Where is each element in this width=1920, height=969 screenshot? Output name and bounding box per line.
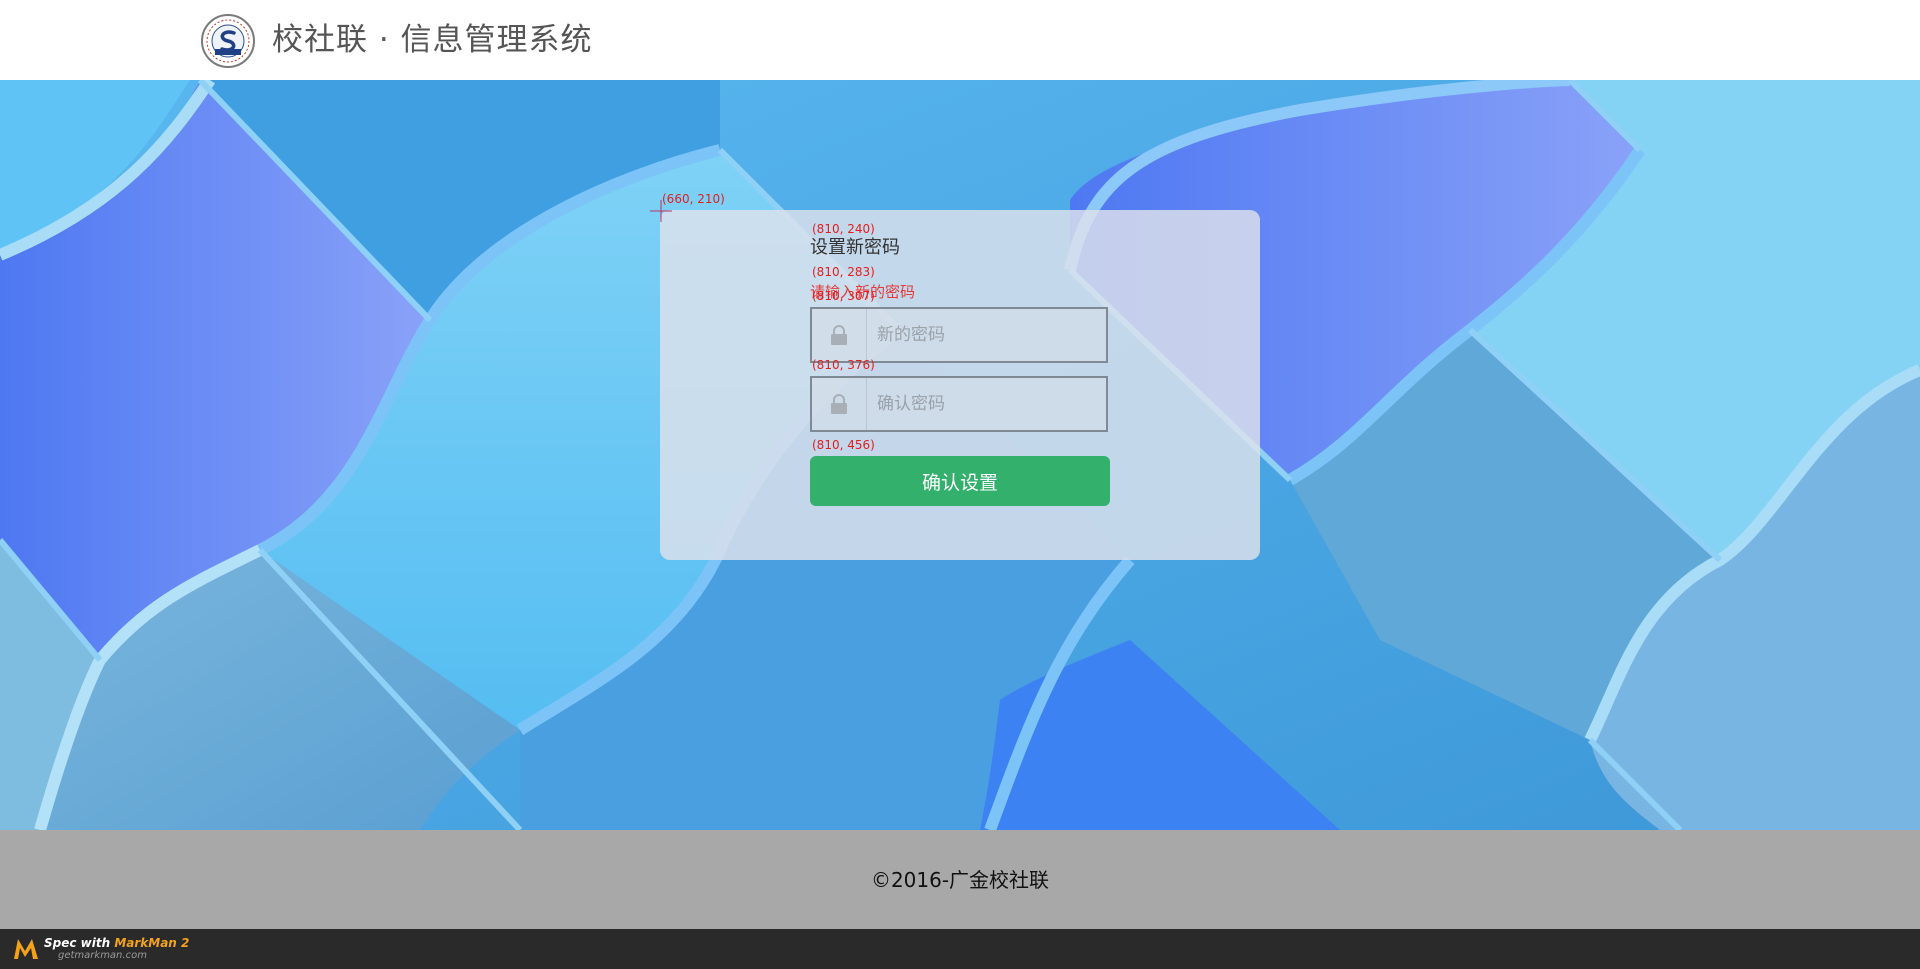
site-header: 校社联 · 信息管理系统 (0, 0, 1920, 80)
site-footer: ©2016-广金校社联 (0, 830, 1920, 929)
new-password-input[interactable] (867, 309, 1106, 361)
reset-password-card: 设置新密码 请输入新的密码 确认设置 (660, 210, 1260, 560)
copyright-text: ©2016-广金校社联 (870, 868, 1050, 892)
site-title: 校社联 · 信息管理系统 (272, 22, 593, 58)
spec-label-new-field: (810, 307) (812, 289, 875, 303)
confirm-password-input[interactable] (867, 378, 1106, 430)
crosshair-icon (650, 200, 672, 222)
spec-label-confirm-field: (810, 376) (812, 358, 875, 372)
card-title: 设置新密码 (810, 237, 900, 258)
lock-icon (812, 378, 867, 430)
markman-logo-icon (14, 939, 38, 959)
spec-label-error: (810, 283) (812, 265, 875, 279)
spec-label-title: (810, 240) (812, 222, 875, 236)
confirm-setting-button[interactable]: 确认设置 (810, 456, 1110, 506)
markman-bar: Spec with MarkMan 2 getmarkman.com (0, 929, 1920, 969)
spec-label-button: (810, 456) (812, 438, 875, 452)
markman-label: Spec with MarkMan 2 (44, 936, 189, 950)
lock-icon (812, 309, 867, 361)
markman-brand: MarkMan 2 (114, 936, 190, 950)
markman-site: getmarkman.com (58, 950, 147, 961)
new-password-field (810, 307, 1108, 363)
markman-label-prefix: Spec with (44, 936, 111, 950)
logo-icon (201, 14, 255, 68)
confirm-password-field (810, 376, 1108, 432)
